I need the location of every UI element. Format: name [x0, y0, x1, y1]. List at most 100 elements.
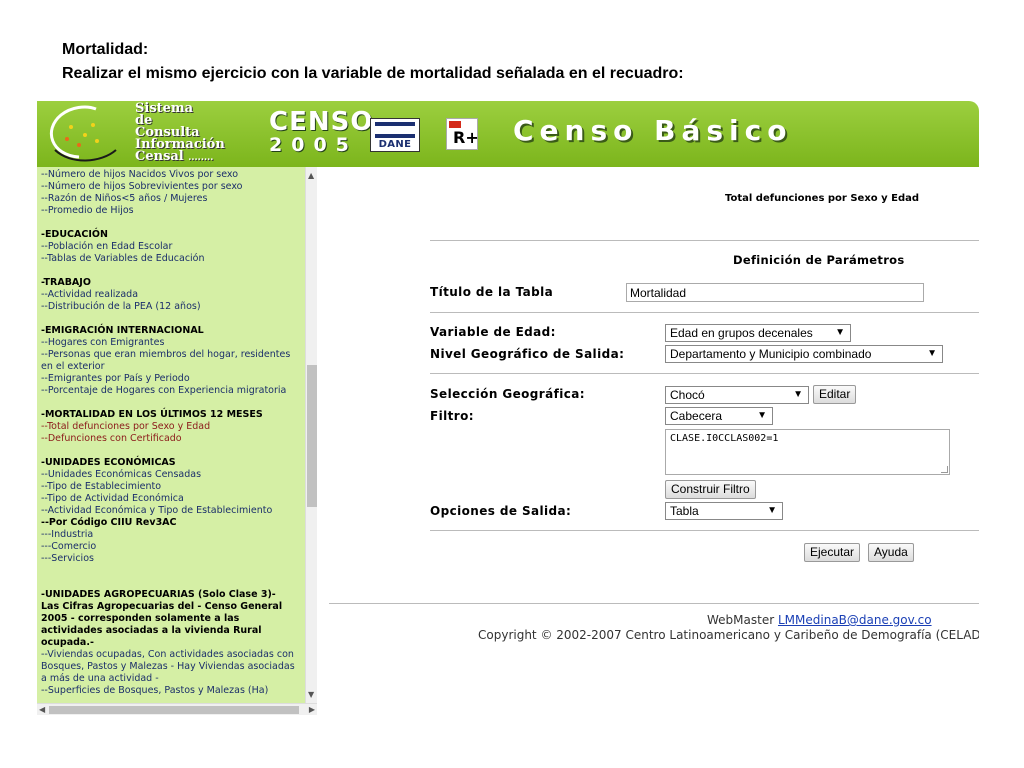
copyright-text: Copyright © 2002-2007 Centro Latinoameri…	[478, 628, 979, 642]
sidebar-menu-link[interactable]: --Distribución de la PEA (12 años)	[41, 301, 305, 313]
sidebar-menu-link[interactable]: --Emigrantes por País y Periodo	[41, 373, 305, 385]
dropdown-arrow-icon: ▼	[757, 410, 767, 421]
geo-level-select[interactable]: Departamento y Municipio combinado ▼	[665, 345, 943, 363]
sidebar-menu-link[interactable]: ---Comercio	[41, 541, 305, 553]
scrollbar-thumb[interactable]	[307, 365, 317, 507]
age-variable-select[interactable]: Edad en grupos decenales ▼	[665, 324, 851, 342]
sidebar-menu-link[interactable]: --Superficies de Bosques, Pastos y Malez…	[41, 685, 305, 697]
slide-title: Mortalidad: Realizar el mismo ejercicio …	[62, 38, 962, 86]
slide-title-line1: Mortalidad:	[62, 41, 149, 58]
sidebar-section-heading: -EMIGRACIÓN INTERNACIONAL	[41, 325, 204, 336]
sci-dots: ........	[188, 153, 214, 163]
sidebar-menu-link[interactable]: --Total defunciones por Sexo y Edad	[41, 421, 305, 433]
sidebar-menu-link[interactable]: --Tipo de Establecimiento	[41, 481, 305, 493]
censo-year: 2005	[269, 134, 358, 156]
dropdown-arrow-icon: ▼	[767, 505, 777, 516]
sidebar-menu-link[interactable]: --Unidades Económicas Censadas	[41, 469, 305, 481]
dane-label: DANE	[378, 139, 412, 150]
main-panel: Total defunciones por Sexo y Edad Defini…	[317, 167, 979, 715]
divider	[430, 312, 979, 313]
table-title-input[interactable]	[626, 283, 924, 302]
sidebar-menu-link[interactable]: --Tablas de Variables de Educación	[41, 253, 305, 265]
scroll-up-icon[interactable]: ▲	[308, 171, 314, 180]
scrollbar-thumb[interactable]	[49, 706, 299, 714]
sidebar-section-heading: -TRABAJO	[41, 277, 91, 288]
dropdown-arrow-icon: ▼	[793, 389, 803, 400]
redatam-logo: R+	[446, 118, 479, 150]
sidebar-menu-link[interactable]: --Promedio de Hijos	[41, 205, 305, 217]
sidebar-menu-link[interactable]: --Población en Edad Escolar	[41, 241, 305, 253]
filter-expression-text: CLASE.I0CCLAS002=1	[670, 433, 779, 444]
definition-title: Definición de Parámetros	[733, 253, 905, 267]
sidebar-menu-link[interactable]: --Razón de Niños<5 años / Mujeres	[41, 193, 305, 205]
sci-line-word: Censal	[135, 149, 184, 164]
filter-value: Cabecera	[670, 409, 723, 423]
dropdown-arrow-icon: ▼	[927, 348, 937, 359]
sidebar-menu-link[interactable]: --Tipo de Actividad Económica	[41, 493, 305, 505]
sidebar-menu: --Número de hijos Nacidos Vivos por sexo…	[37, 167, 317, 715]
scroll-left-icon[interactable]: ◀	[39, 705, 45, 714]
sidebar-list: --Número de hijos Nacidos Vivos por sexo…	[41, 169, 305, 697]
webmaster-email-link[interactable]: LMMedinaB@dane.gov.co	[778, 613, 932, 627]
sidebar-section-heading: -UNIDADES ECONÓMICAS	[41, 457, 176, 468]
scroll-right-icon[interactable]: ▶	[309, 705, 315, 714]
sidebar-menu-link[interactable]: --Personas que eran miembros del hogar, …	[41, 349, 305, 361]
age-variable-label: Variable de Edad:	[430, 325, 556, 339]
resize-grip-icon[interactable]	[941, 466, 948, 473]
sidebar-menu-link[interactable]: --Defunciones con Certificado	[41, 433, 305, 445]
filter-expression-textarea[interactable]: CLASE.I0CCLAS002=1	[665, 429, 950, 475]
geo-selection-value: Chocó	[670, 388, 705, 402]
sidebar-menu-link[interactable]: ---Servicios	[41, 553, 305, 565]
output-value: Tabla	[670, 504, 699, 518]
sidebar-menu-link[interactable]: --Hogares con Emigrantes	[41, 337, 305, 349]
geo-selection-select[interactable]: Chocó ▼	[665, 386, 809, 404]
sidebar-menu-link[interactable]: --Porcentaje de Hogares con Experiencia …	[41, 385, 305, 397]
sci-logo-text: Sistema de Consulta Información Censal .…	[135, 102, 225, 164]
sidebar-menu-link[interactable]: --Número de hijos Nacidos Vivos por sexo	[41, 169, 305, 181]
censo-word: CENSO	[269, 107, 374, 137]
geo-level-label: Nivel Geográfico de Salida:	[430, 347, 625, 361]
geo-selection-label: Selección Geográfica:	[430, 387, 585, 401]
redatam-label: R+	[453, 128, 479, 147]
edit-button[interactable]: Editar	[813, 385, 857, 404]
help-button[interactable]: Ayuda	[868, 543, 914, 562]
sidebar-vertical-scrollbar[interactable]: ▲ ▼	[305, 167, 317, 703]
filter-label: Filtro:	[430, 409, 474, 423]
dane-bars-icon	[375, 122, 415, 138]
divider	[430, 530, 979, 531]
sci-line: Censal ........	[135, 149, 225, 164]
sidebar-section-heading: -MORTALIDAD EN LOS ÚLTIMOS 12 MESES	[41, 409, 263, 420]
app-frame: Sistema de Consulta Información Censal .…	[37, 101, 979, 715]
output-options-select[interactable]: Tabla ▼	[665, 502, 783, 520]
sidebar-menu-link[interactable]: ---Industria	[41, 529, 305, 541]
censo-2005-logo: CENSO 2005	[269, 109, 373, 155]
sidebar-menu-link[interactable]: Bosques, Pastos y Malezas - Hay Vivienda…	[41, 661, 305, 673]
webmaster-line: WebMaster LMMedinaB@dane.gov.co	[707, 613, 932, 627]
build-filter-button[interactable]: Construir Filtro	[665, 480, 756, 499]
census-logo-icon	[49, 105, 117, 162]
sidebar-menu-link[interactable]: --Actividad realizada	[41, 289, 305, 301]
divider	[430, 240, 979, 241]
dropdown-arrow-icon: ▼	[835, 327, 845, 338]
divider	[430, 373, 979, 374]
sidebar-menu-link[interactable]: en el exterior	[41, 361, 305, 373]
sidebar-horizontal-scrollbar[interactable]: ◀ ▶	[37, 703, 317, 715]
sidebar-menu-link[interactable]: --Actividad Económica y Tipo de Establec…	[41, 505, 305, 517]
filter-select[interactable]: Cabecera ▼	[665, 407, 773, 425]
sidebar-section-heading: -EDUCACIÓN	[41, 229, 108, 240]
webmaster-label: WebMaster	[707, 613, 775, 627]
app-title: Censo Básico	[513, 114, 793, 147]
sidebar-menu-link[interactable]: --Viviendas ocupadas, Con actividades as…	[41, 649, 305, 661]
report-title: Total defunciones por Sexo y Edad	[725, 193, 920, 204]
sidebar-menu-link[interactable]: --Número de hijos Sobrevivientes por sex…	[41, 181, 305, 193]
sidebar-section-heading: Las Cifras Agropecuarias del - Censo Gen…	[41, 601, 283, 612]
sidebar-menu-link[interactable]: a más de una actividad -	[41, 673, 305, 685]
scroll-down-icon[interactable]: ▼	[308, 690, 314, 699]
sidebar-section-heading: actividades asociadas a la vivienda Rura…	[41, 625, 262, 636]
execute-button[interactable]: Ejecutar	[804, 543, 861, 562]
